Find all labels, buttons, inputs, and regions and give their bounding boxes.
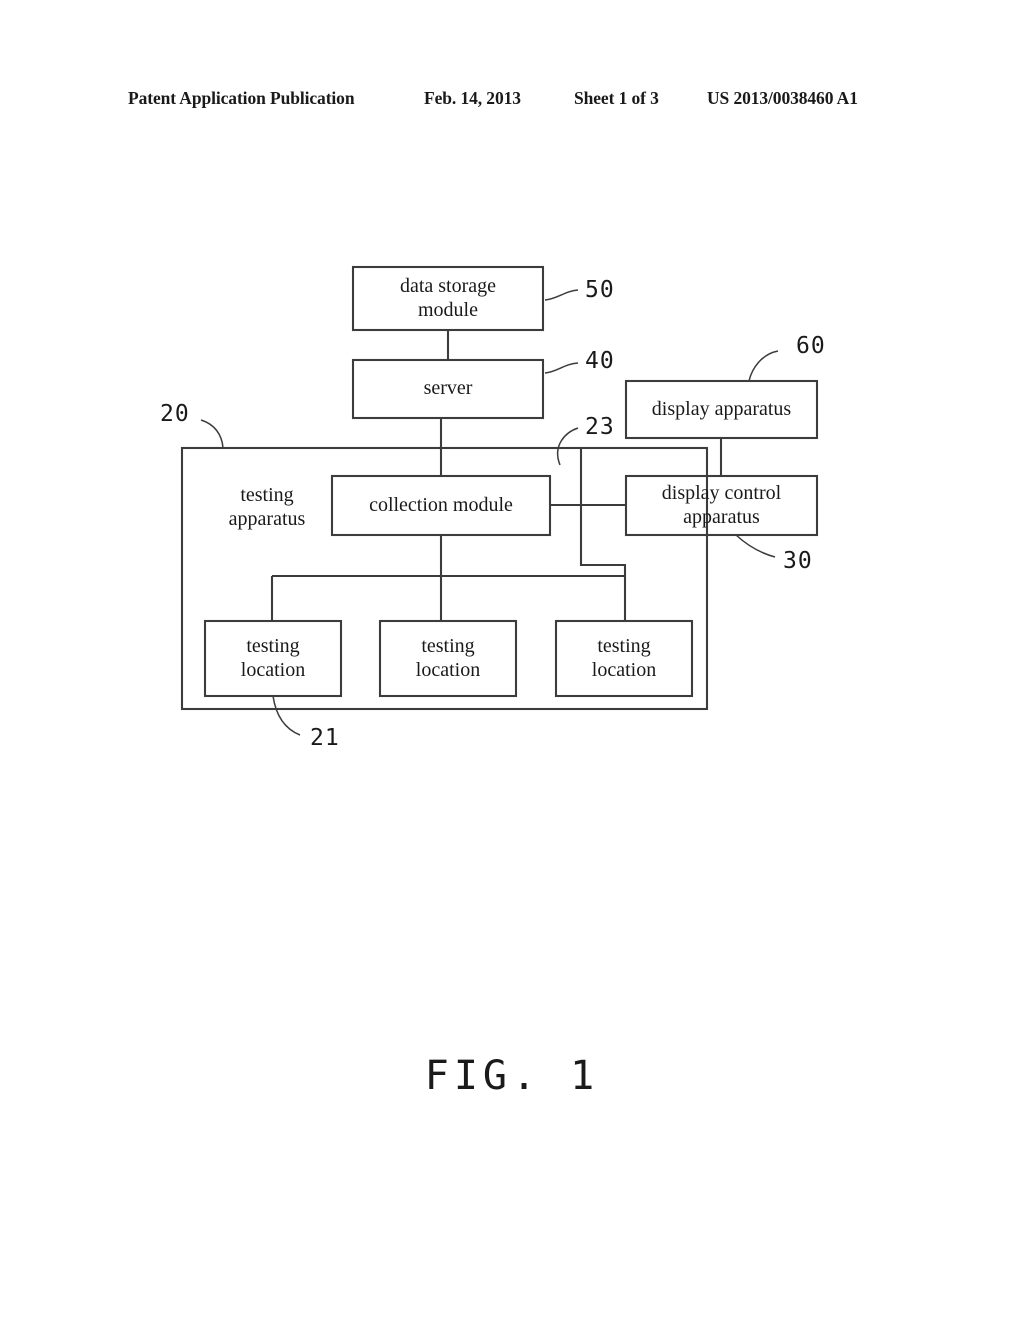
testing-location-box-1 bbox=[203, 619, 343, 698]
connector-collection-branch-23 bbox=[579, 448, 627, 621]
leader-line-40 bbox=[544, 362, 579, 374]
reference-numeral-50: 50 bbox=[585, 277, 615, 303]
leader-line-50 bbox=[544, 289, 579, 301]
figure-caption: FIG. 1 bbox=[424, 1053, 600, 1099]
leader-line-30 bbox=[735, 534, 776, 558]
server-box bbox=[351, 358, 545, 420]
leader-line-60 bbox=[748, 350, 779, 382]
testing-location-box-3 bbox=[554, 619, 694, 698]
data-storage-module-box bbox=[351, 265, 545, 332]
leader-line-20 bbox=[200, 419, 224, 449]
reference-numeral-23: 23 bbox=[585, 414, 615, 440]
reference-numeral-21: 21 bbox=[310, 725, 340, 751]
reference-numeral-60: 60 bbox=[796, 333, 826, 359]
reference-numeral-20: 20 bbox=[160, 401, 190, 427]
diagram-vector-layer bbox=[180, 265, 819, 736]
collection-module-box bbox=[330, 474, 552, 537]
reference-numeral-30: 30 bbox=[783, 548, 813, 574]
reference-numeral-40: 40 bbox=[585, 348, 615, 374]
figure-1-diagram: data storage module server display appar… bbox=[0, 0, 1024, 1320]
display-apparatus-box bbox=[624, 379, 819, 440]
leader-line-21 bbox=[272, 695, 301, 736]
testing-location-box-2 bbox=[378, 619, 518, 698]
leader-line-23 bbox=[557, 427, 579, 466]
display-control-apparatus-box bbox=[624, 474, 819, 537]
testing-apparatus-label: testing apparatus bbox=[228, 484, 306, 530]
